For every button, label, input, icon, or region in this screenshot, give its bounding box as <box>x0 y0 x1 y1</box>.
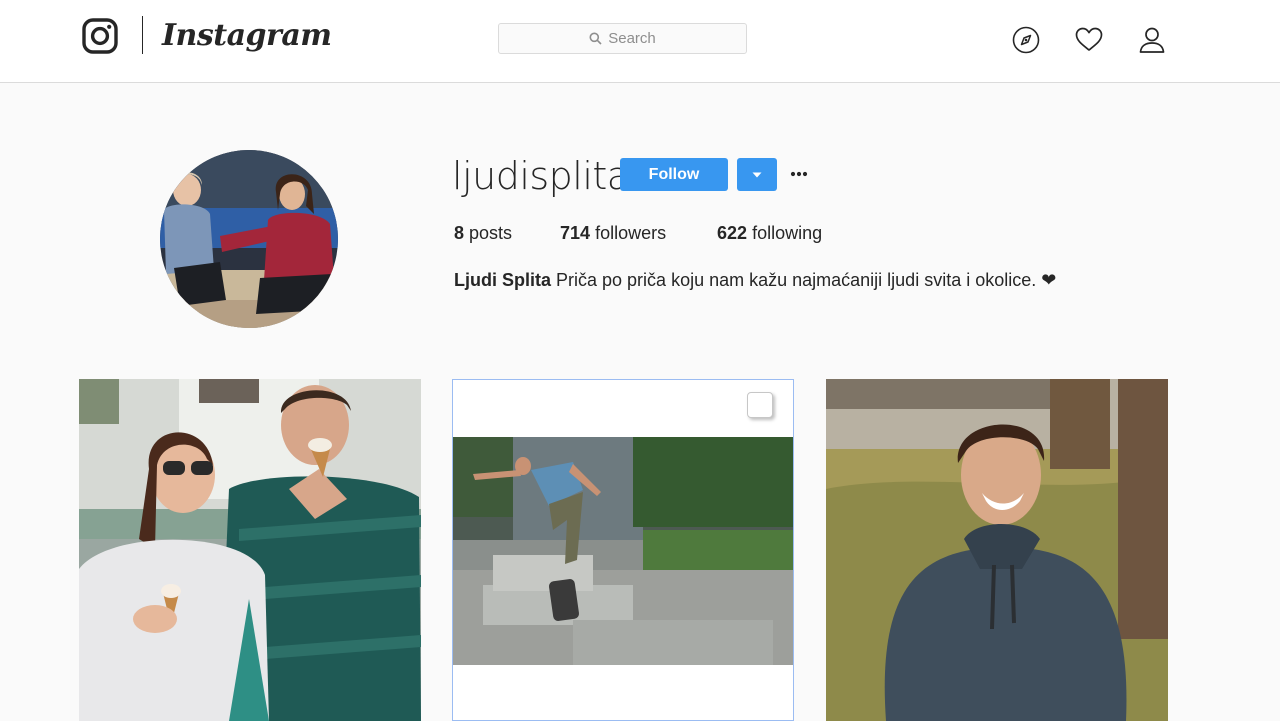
profile-username: ljudisplita <box>452 154 630 198</box>
post-photo-couple-ice-cream <box>79 379 421 721</box>
top-navigation-bar: Instagram Search <box>0 0 1280 83</box>
post-photo-skateboarder <box>453 380 793 720</box>
posts-count: 8 <box>454 223 465 243</box>
instagram-glyph-icon[interactable] <box>82 18 118 54</box>
person-icon[interactable] <box>1136 24 1168 56</box>
followers-count: 714 <box>560 223 591 243</box>
instagram-wordmark[interactable]: Instagram <box>162 14 332 58</box>
followers-label: followers <box>595 223 667 243</box>
compass-icon[interactable] <box>1010 24 1042 56</box>
search-placeholder: Search <box>608 30 656 47</box>
bio-text: Priča po priča koju nam kažu najmaćaniji… <box>556 270 1057 290</box>
post-thumbnail[interactable] <box>79 379 421 721</box>
following-label: following <box>752 223 823 243</box>
post-thumbnail[interactable] <box>826 379 1168 721</box>
bio-full-name: Ljudi Splita <box>454 270 551 290</box>
logo-divider <box>142 16 143 54</box>
posts-count-stat: 8 posts <box>454 221 512 245</box>
followers-count-stat[interactable]: 714 followers <box>560 221 666 245</box>
post-thumbnail[interactable] <box>452 379 794 721</box>
caret-down-icon <box>752 172 762 177</box>
post-photo-smiling-man <box>826 379 1168 721</box>
profile-bio: Ljudi Splita Priča po priča koju nam kaž… <box>454 268 1056 292</box>
more-options-button[interactable] <box>788 160 810 188</box>
posts-label: posts <box>469 223 513 243</box>
ellipsis-icon <box>790 171 808 177</box>
search-input[interactable]: Search <box>498 23 747 54</box>
suggestions-dropdown-button[interactable] <box>737 158 777 191</box>
multi-select-checkbox[interactable] <box>747 392 773 418</box>
search-icon <box>589 32 602 45</box>
following-count-stat[interactable]: 622 following <box>717 221 822 245</box>
profile-avatar[interactable] <box>160 150 338 328</box>
following-count: 622 <box>717 223 748 243</box>
heart-icon[interactable] <box>1073 24 1105 56</box>
follow-button[interactable]: Follow <box>620 158 728 191</box>
avatar-photo <box>160 150 338 328</box>
